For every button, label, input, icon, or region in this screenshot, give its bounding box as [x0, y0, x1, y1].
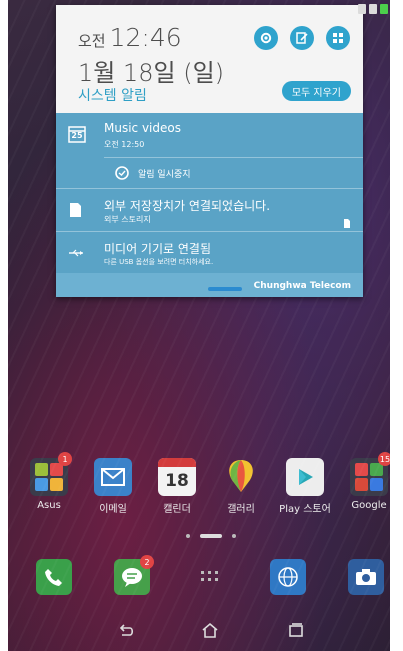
- home-button[interactable]: [200, 621, 220, 639]
- clear-all-button[interactable]: 모두 지우기: [281, 81, 351, 101]
- play-store-icon: [286, 458, 324, 496]
- page-indicator: [186, 534, 236, 538]
- gallery-icon: [222, 458, 260, 496]
- notification-subtitle: 다른 USB 옵션을 보려면 터치하세요.: [104, 258, 214, 266]
- date-label: 1월 18일 (일): [78, 59, 225, 87]
- browser-icon: [278, 567, 298, 587]
- app-label: Play 스토어: [279, 504, 331, 515]
- page-dot-active: [200, 534, 222, 538]
- alarm-icon: [114, 164, 132, 182]
- page-dot: [232, 534, 236, 538]
- app-drawer-button[interactable]: [192, 559, 228, 595]
- notification-storage[interactable]: 외부 저장장치가 연결되었습니다. 외부 스토리지: [56, 189, 363, 231]
- phone-icon: [45, 569, 62, 586]
- snooze-action[interactable]: 알림 일시중지: [56, 158, 363, 188]
- edit-button[interactable]: [290, 26, 314, 50]
- messages-icon: [122, 568, 142, 587]
- app-label: 갤러리: [227, 504, 255, 515]
- app-play-store[interactable]: Play 스토어: [278, 458, 332, 515]
- apps-grid-button[interactable]: [326, 26, 350, 50]
- settings-button[interactable]: [254, 26, 278, 50]
- app-calendar[interactable]: 18 캘린더: [150, 458, 204, 515]
- shade-header: 오전 12:46 1월 18일 (일) 시스템 알림 모두 지우기: [56, 5, 363, 113]
- app-label: Google: [351, 500, 387, 511]
- edit-icon: [296, 32, 308, 44]
- navigation-bar: [8, 607, 390, 651]
- clock: 오전 12:46: [78, 23, 182, 52]
- google-folder-icon: 15: [350, 452, 390, 496]
- email-icon: [94, 458, 132, 496]
- notification-title: Music videos: [104, 121, 181, 135]
- status-bar: [350, 0, 390, 18]
- recents-icon: [289, 623, 303, 637]
- shade-handle[interactable]: [208, 287, 242, 291]
- carrier-label: Chunghwa Telecom: [253, 281, 351, 291]
- back-icon: [119, 624, 134, 636]
- apps-grid-icon: [333, 33, 343, 43]
- notification-title: 미디어 기기로 연결됨: [104, 242, 211, 256]
- notification-badge: 15: [378, 452, 390, 466]
- settings-icon: [260, 32, 272, 44]
- system-notifications-label: 시스템 알림: [78, 88, 147, 104]
- notification-usb[interactable]: 미디어 기기로 연결됨 다른 USB 옵션을 보려면 터치하세요.: [56, 232, 363, 273]
- page-dot: [186, 534, 190, 538]
- notification-subtitle: 외부 스토리지: [104, 215, 151, 224]
- recents-button[interactable]: [286, 621, 306, 639]
- app-gallery[interactable]: 갤러리: [214, 458, 268, 515]
- signal-icon: [369, 4, 377, 14]
- clock-time: 12:46: [109, 23, 182, 52]
- calendar-day: 18: [165, 471, 189, 491]
- app-label: 이메일: [99, 504, 127, 515]
- app-google[interactable]: 15 Google: [342, 452, 390, 511]
- notification-shade: 오전 12:46 1월 18일 (일) 시스템 알림 모두 지우기 25 Mus…: [56, 5, 363, 297]
- camera-button[interactable]: [348, 559, 384, 595]
- home-icon: [202, 622, 218, 638]
- clock-ampm: 오전: [78, 32, 106, 50]
- snooze-label: 알림 일시중지: [138, 170, 191, 180]
- camera-icon: [356, 569, 376, 585]
- calendar-icon: 25: [68, 125, 86, 143]
- app-email[interactable]: 이메일: [86, 458, 140, 515]
- notification-title: 외부 저장장치가 연결되었습니다.: [104, 199, 271, 213]
- sim-icon: [358, 4, 366, 14]
- app-asus[interactable]: 1 Asus: [22, 452, 76, 511]
- notification-badge: 1: [58, 452, 72, 466]
- notification-badge: 2: [140, 555, 154, 569]
- small-sdcard-icon: [343, 213, 351, 232]
- back-button[interactable]: [116, 621, 136, 639]
- app-label: 캘린더: [163, 504, 191, 515]
- calendar-app-icon: 18: [158, 458, 196, 496]
- app-label: Asus: [37, 500, 61, 511]
- battery-icon: [380, 4, 388, 14]
- asus-folder-icon: 1: [30, 452, 72, 496]
- messages-button[interactable]: 2: [114, 555, 154, 595]
- phone-button[interactable]: [36, 559, 72, 595]
- device-screen: 오전 12:46 1월 18일 (일) 시스템 알림 모두 지우기 25 Mus…: [8, 0, 390, 651]
- notification-subtitle: 오전 12:50: [104, 140, 145, 149]
- notification-calendar[interactable]: 25 Music videos 오전 12:50: [56, 113, 363, 157]
- sdcard-icon: [68, 202, 86, 220]
- calendar-icon-day: 25: [71, 131, 83, 140]
- browser-button[interactable]: [270, 559, 306, 595]
- app-drawer-icon: [201, 571, 218, 581]
- usb-icon: [68, 245, 86, 263]
